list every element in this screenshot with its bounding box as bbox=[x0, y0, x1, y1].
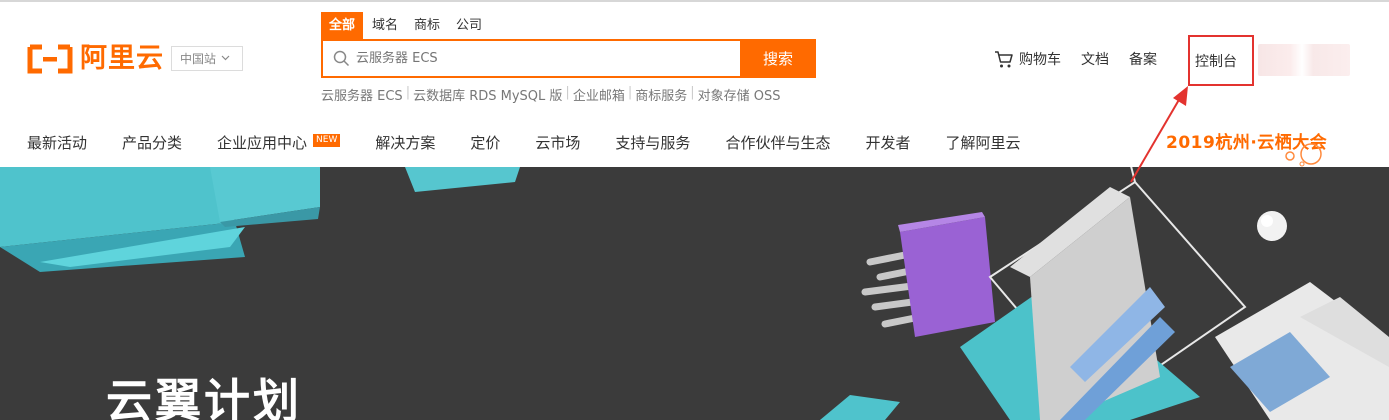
nav-item-enterprise-apps[interactable]: 企业应用中心 NEW bbox=[217, 132, 341, 152]
search-scope-tabs: 全部 域名 商标 公司 bbox=[321, 12, 491, 39]
search-tab-all[interactable]: 全部 bbox=[321, 12, 364, 39]
search-tab-domain[interactable]: 域名 bbox=[365, 12, 405, 39]
hot-link-ecs[interactable]: 云服务器 ECS bbox=[321, 85, 403, 104]
search-tab-trademark[interactable]: 商标 bbox=[407, 12, 447, 39]
site-selector[interactable]: 中国站 bbox=[171, 46, 243, 71]
hot-link-separator: | bbox=[690, 85, 695, 100]
search-icon bbox=[333, 50, 350, 67]
nav-label: 开发者 bbox=[865, 133, 911, 152]
user-account-blurred[interactable] bbox=[1258, 44, 1350, 76]
logo-icon bbox=[27, 44, 73, 74]
nav-item-developers[interactable]: 开发者 bbox=[865, 132, 910, 152]
cart-icon bbox=[995, 50, 1013, 67]
nav-item-support[interactable]: 支持与服务 bbox=[615, 132, 690, 152]
nav-item-latest[interactable]: 最新活动 bbox=[27, 132, 87, 152]
search-input[interactable] bbox=[356, 51, 716, 66]
hot-link-oss[interactable]: 对象存储 OSS bbox=[698, 85, 781, 104]
event-decoration-icon bbox=[1285, 143, 1322, 167]
nav-label: 合作伙伴与生态 bbox=[725, 133, 831, 152]
nav-label: 了解阿里云 bbox=[945, 133, 1021, 152]
hot-link-trademark[interactable]: 商标服务 bbox=[635, 85, 687, 104]
nav-label: 云市场 bbox=[535, 133, 581, 152]
logo-text: 阿里云 bbox=[80, 43, 164, 74]
new-badge: NEW bbox=[313, 133, 341, 147]
nav-label: 定价 bbox=[470, 133, 501, 152]
nav-item-marketplace[interactable]: 云市场 bbox=[535, 132, 580, 152]
hero-title: 云翼计划 bbox=[106, 374, 302, 420]
beian-link[interactable]: 备案 bbox=[1129, 49, 1157, 69]
nav-label: 产品分类 bbox=[122, 133, 183, 152]
console-link[interactable]: 控制台 bbox=[1195, 51, 1237, 71]
nav-item-products[interactable]: 产品分类 bbox=[122, 132, 182, 152]
header-links: 购物车 文档 备案 bbox=[994, 49, 1177, 69]
hot-link-rds[interactable]: 云数据库 RDS MySQL 版 bbox=[413, 85, 562, 104]
search-tab-company[interactable]: 公司 bbox=[449, 12, 489, 39]
nav-item-solutions[interactable]: 解决方案 bbox=[375, 132, 435, 152]
nav-label: 最新活动 bbox=[27, 133, 88, 152]
nav-item-about[interactable]: 了解阿里云 bbox=[945, 132, 1020, 152]
logo[interactable]: 阿里云 bbox=[26, 43, 164, 75]
hot-link-separator: | bbox=[405, 85, 411, 100]
hot-link-separator: | bbox=[627, 85, 633, 100]
nav-label: 解决方案 bbox=[375, 133, 436, 152]
docs-link[interactable]: 文档 bbox=[1081, 49, 1109, 69]
hot-link-mail[interactable]: 企业邮箱 bbox=[573, 85, 625, 104]
hot-link-separator: | bbox=[565, 85, 570, 100]
main-nav: 最新活动 产品分类 企业应用中心 NEW 解决方案 定价 云市场 支持与服务 合作… bbox=[27, 132, 1055, 152]
nav-item-partners[interactable]: 合作伙伴与生态 bbox=[725, 132, 830, 152]
site-label: 中国站 bbox=[180, 52, 217, 66]
search-button[interactable]: 搜索 bbox=[740, 39, 816, 78]
top-border bbox=[0, 0, 1389, 2]
chevron-down-icon bbox=[221, 53, 230, 64]
hot-search-links: 云服务器 ECS | 云数据库 RDS MySQL 版 | 企业邮箱 | 商标服… bbox=[321, 85, 781, 104]
cart-label: 购物车 bbox=[1019, 52, 1061, 68]
cart-link[interactable]: 购物车 bbox=[994, 49, 1061, 69]
nav-item-pricing[interactable]: 定价 bbox=[470, 132, 500, 152]
nav-label: 企业应用中心 bbox=[217, 133, 308, 152]
hero-banner[interactable]: 云翼计划 bbox=[0, 167, 1389, 420]
search-box bbox=[321, 39, 740, 78]
nav-label: 支持与服务 bbox=[615, 133, 691, 152]
